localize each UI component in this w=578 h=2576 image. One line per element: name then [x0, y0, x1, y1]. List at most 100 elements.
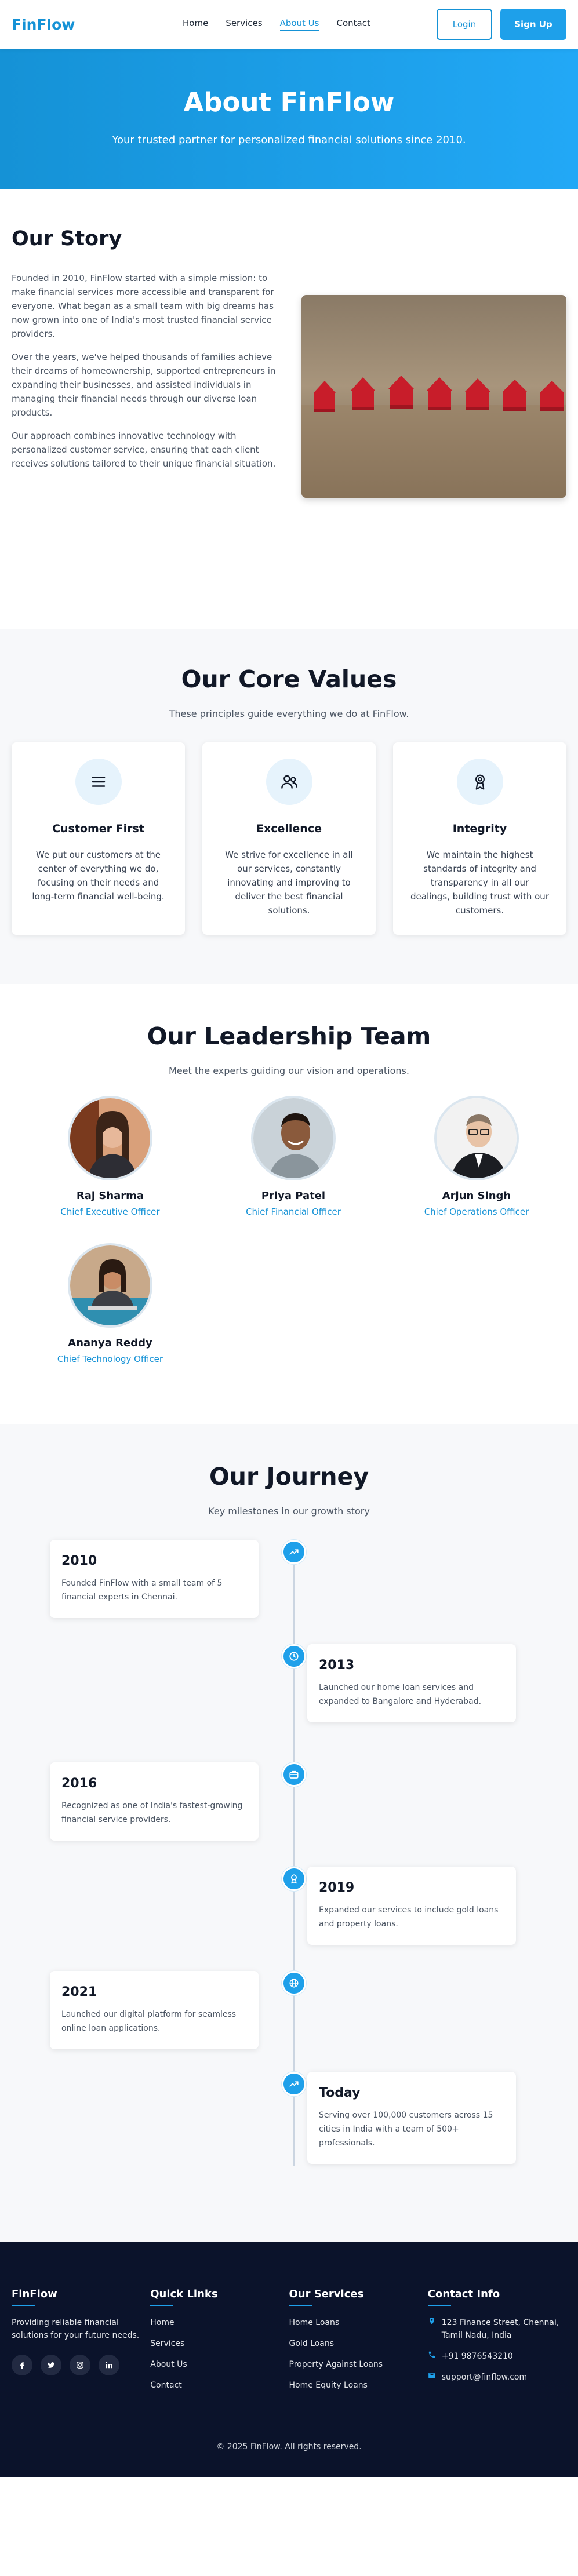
social-links	[12, 2355, 150, 2375]
footer-link-home[interactable]: Home	[150, 2316, 289, 2329]
story-paragraph: Over the years, we've helped thousands o…	[12, 352, 276, 418]
instagram-icon[interactable]	[70, 2355, 90, 2375]
value-card-integrity: Integrity We maintain the highest standa…	[393, 742, 566, 935]
milestone-year: 2016	[61, 1776, 97, 1791]
member-role: Chief Financial Officer	[246, 1207, 341, 1217]
value-text: We maintain the highest standards of int…	[410, 850, 549, 916]
footer-quick-links: Quick Links Home Services About Us Conta…	[150, 2288, 289, 2400]
contact-title: Contact Info	[427, 2288, 500, 2300]
milestone-card: 2021 Launched our digital platform for s…	[50, 1971, 259, 2049]
nav-contact[interactable]: Contact	[336, 18, 370, 31]
journey-title: Our Journey	[209, 1463, 369, 1491]
member-name: Ananya Reddy	[68, 1337, 152, 1349]
member-name: Raj Sharma	[76, 1190, 144, 1202]
member-name: Priya Patel	[261, 1190, 326, 1202]
milestone-text: Founded FinFlow with a small team of 5 f…	[61, 1579, 223, 1602]
milestone-year: Today	[319, 2086, 361, 2100]
footer-service-gold-loans[interactable]: Gold Loans	[289, 2337, 428, 2350]
signup-button[interactable]: Sign Up	[500, 9, 566, 40]
milestone-text: Expanded our services to include gold lo…	[319, 1905, 499, 1929]
nav-services[interactable]: Services	[226, 18, 262, 31]
phone-text[interactable]: +91 9876543210	[442, 2350, 513, 2363]
footer-services: Our Services Home Loans Gold Loans Prope…	[289, 2288, 428, 2400]
footer-service-home-equity[interactable]: Home Equity Loans	[289, 2379, 428, 2392]
footer-service-property-loans[interactable]: Property Against Loans	[289, 2358, 428, 2371]
footer-contact: Contact Info 123 Finance Street, Chennai…	[427, 2288, 566, 2400]
auth-buttons: Login Sign Up	[437, 9, 566, 40]
value-title: Excellence	[256, 822, 322, 835]
divider	[12, 2305, 35, 2306]
linkedin-icon[interactable]	[99, 2355, 119, 2375]
story-paragraph: Our approach combines innovative technol…	[12, 431, 276, 469]
journey-subtitle: Key milestones in our growth story	[208, 1506, 370, 1517]
twitter-icon[interactable]	[41, 2355, 61, 2375]
value-card-customer-first: Customer First We put our customers at t…	[12, 742, 185, 935]
value-cards: Customer First We put our customers at t…	[0, 742, 578, 935]
values-title: Our Core Values	[181, 665, 397, 693]
team-subtitle: Meet the experts guiding our vision and …	[169, 1065, 409, 1076]
milestone-card: 2010 Founded FinFlow with a small team o…	[50, 1540, 259, 1618]
menu-icon	[75, 759, 122, 805]
contact-phone: +91 9876543210	[428, 2350, 566, 2363]
value-title: Customer First	[52, 822, 144, 835]
footer-brand: FinFlow	[12, 2288, 57, 2300]
journey-section: Our Journey Key milestones in our growth…	[0, 1424, 578, 2242]
team-title: Our Leadership Team	[147, 1022, 431, 1050]
our-story-section: Our Story Founded in 2010, FinFlow start…	[0, 189, 578, 629]
milestone-text: Launched our digital platform for seamle…	[61, 2010, 237, 2033]
nav-home[interactable]: Home	[183, 18, 208, 31]
hero-title: About FinFlow	[183, 87, 395, 118]
member-photo	[68, 1243, 152, 1328]
leadership-team-section: Our Leadership Team Meet the experts gui…	[0, 984, 578, 1424]
login-button[interactable]: Login	[437, 9, 492, 40]
contact-email: support@finflow.com	[428, 2371, 566, 2384]
milestone-text: Launched our home loan services and expa…	[319, 1683, 482, 1706]
map-pin-icon	[428, 2316, 436, 2342]
site-footer: FinFlow Providing reliable financial sol…	[0, 2242, 578, 2477]
briefcase-icon	[282, 1762, 306, 1787]
milestone-year: 2010	[61, 1554, 97, 1568]
member-name: Arjun Singh	[442, 1190, 511, 1202]
milestone-text: Serving over 100,000 customers across 15…	[319, 2111, 493, 2148]
member-photo	[68, 1096, 152, 1180]
divider	[289, 2305, 312, 2306]
milestone-card: 2013 Launched our home loan services and…	[307, 1644, 516, 1722]
footer-columns: FinFlow Providing reliable financial sol…	[12, 2288, 566, 2400]
hero-banner: About FinFlow Your trusted partner for p…	[0, 49, 578, 189]
page: FinFlow Home Services About Us Contact L…	[0, 0, 578, 2576]
footer-tagline: Providing reliable financial solutions f…	[12, 2318, 140, 2340]
footer-service-home-loans[interactable]: Home Loans	[289, 2316, 428, 2329]
logo[interactable]: FinFlow	[12, 16, 162, 33]
award-icon	[282, 1867, 306, 1891]
facebook-icon[interactable]	[12, 2355, 32, 2375]
footer-link-services[interactable]: Services	[150, 2337, 289, 2350]
trend-icon	[282, 2072, 306, 2096]
phone-icon	[428, 2350, 436, 2363]
member-role: Chief Technology Officer	[57, 1354, 163, 1364]
team-member: Priya Patel Chief Financial Officer	[206, 1096, 380, 1217]
value-card-excellence: Excellence We strive for excellence in a…	[202, 742, 376, 935]
copyright: © 2025 FinFlow. All rights reserved.	[12, 2428, 566, 2451]
milestone-year: 2019	[319, 1881, 355, 1895]
team-member: Raj Sharma Chief Executive Officer	[23, 1096, 197, 1217]
core-values-section: Our Core Values These principles guide e…	[0, 629, 578, 984]
address-text: 123 Finance Street, Chennai, Tamil Nadu,…	[441, 2318, 559, 2340]
footer-link-about-us[interactable]: About Us	[150, 2358, 289, 2371]
member-role: Chief Executive Officer	[60, 1207, 160, 1217]
hero-subtitle: Your trusted partner for personalized fi…	[112, 134, 466, 146]
email-text[interactable]: support@finflow.com	[442, 2371, 527, 2384]
member-photo	[434, 1096, 519, 1180]
clock-icon	[282, 1644, 306, 1668]
nav-about-us[interactable]: About Us	[279, 18, 319, 31]
milestone-year: 2021	[61, 1985, 97, 1999]
timeline: 2010 Founded FinFlow with a small team o…	[0, 1540, 578, 2177]
globe-icon	[282, 1971, 306, 1995]
value-text: We strive for excellence in all our serv…	[225, 850, 353, 916]
footer-link-contact[interactable]: Contact	[150, 2379, 289, 2392]
milestone-card: Today Serving over 100,000 customers acr…	[307, 2072, 516, 2164]
value-text: We put our customers at the center of ev…	[32, 850, 165, 902]
story-title: Our Story	[12, 227, 122, 250]
site-header: FinFlow Home Services About Us Contact L…	[0, 0, 578, 49]
value-title: Integrity	[452, 822, 507, 835]
milestone-year: 2013	[319, 1658, 355, 1673]
